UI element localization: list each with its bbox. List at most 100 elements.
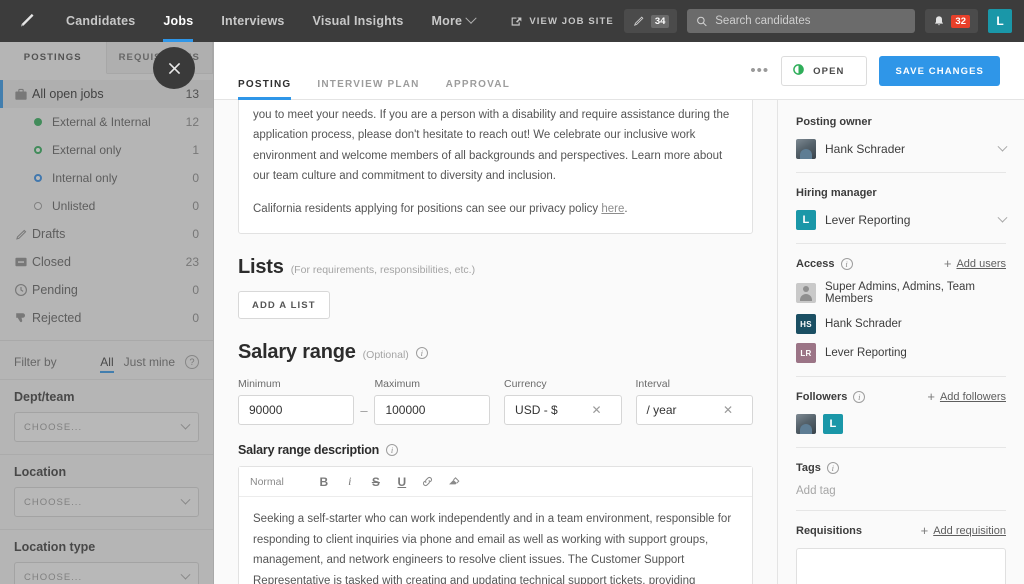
search-candidates-box[interactable] — [687, 9, 916, 33]
posting-owner-select[interactable]: Hank Schrader — [796, 139, 1008, 159]
avatar[interactable] — [796, 414, 816, 434]
user-avatar[interactable]: L — [988, 9, 1012, 33]
posting-body: you to meet your needs. If you are a per… — [214, 100, 1024, 584]
drafts-indicator-button[interactable]: 34 — [623, 9, 678, 33]
info-icon[interactable]: i — [840, 258, 853, 270]
save-changes-button[interactable]: SAVE CHANGES — [879, 56, 1000, 86]
add-tag-input[interactable]: Add tag — [796, 485, 1006, 497]
search-input[interactable] — [715, 15, 907, 27]
access-row[interactable]: HS Hank Schrader — [796, 314, 1006, 334]
currency-select-actions: ✕ — [591, 404, 610, 416]
bold-icon: B — [319, 474, 329, 489]
bold-button[interactable]: B — [311, 471, 337, 493]
privacy-policy-link[interactable]: here — [601, 203, 624, 215]
sidebar-item-internal-only[interactable]: Internal only 0 — [0, 164, 213, 192]
dept-team-select[interactable]: CHOOSE... — [14, 412, 199, 442]
text-style-dropdown[interactable]: Normal — [250, 476, 291, 488]
section-heading: Salary range description — [238, 443, 380, 458]
maximum-input-wrap[interactable] — [374, 395, 491, 426]
currency-select[interactable]: USD - $ ✕ — [504, 395, 622, 426]
add-users-button[interactable]: + Add users — [944, 257, 1006, 270]
sidebar-item-pending[interactable]: Pending 0 — [0, 276, 213, 304]
ellipsis-icon[interactable]: ••• — [750, 63, 769, 78]
underline-button[interactable]: U — [389, 471, 415, 493]
nav-label: More — [431, 14, 463, 28]
eraser-icon — [449, 477, 460, 485]
clear-x-icon[interactable]: ✕ — [591, 404, 601, 416]
filter-option-all[interactable]: All — [100, 355, 114, 373]
location-select[interactable]: CHOOSE... — [14, 487, 199, 517]
minimum-input-wrap[interactable] — [238, 395, 354, 426]
chevron-down-icon — [997, 212, 1008, 223]
interval-select[interactable]: / year ✕ — [635, 395, 753, 426]
add-requisition-button[interactable]: + Add requisition — [921, 524, 1006, 537]
chevron-down-icon — [997, 141, 1008, 152]
sidebar-item-rejected[interactable]: Rejected 0 — [0, 304, 213, 332]
sidebar-item-unlisted[interactable]: Unlisted 0 — [0, 192, 213, 220]
tab-approval[interactable]: APPROVAL — [446, 79, 510, 99]
followers-section: Followers i + Add followers L — [796, 377, 1006, 448]
posting-status-dropdown[interactable]: OPEN — [781, 56, 868, 86]
currency-value: USD - $ — [515, 403, 558, 418]
nav-item-more[interactable]: More — [418, 0, 490, 42]
nav-item-interviews[interactable]: Interviews — [207, 0, 298, 42]
nav-item-candidates[interactable]: Candidates — [52, 0, 149, 42]
info-icon[interactable]: i — [386, 444, 399, 457]
access-row[interactable]: LR Lever Reporting — [796, 343, 1006, 363]
sidebar-filter-row: Filter by All Just mine ? — [0, 349, 213, 379]
clear-format-button[interactable] — [441, 471, 467, 493]
sidebar-item-drafts[interactable]: Drafts 0 — [0, 220, 213, 248]
filter-group-title: Location type — [14, 540, 96, 554]
filter-group-dept-team: Dept/team CHOOSE... — [0, 379, 213, 454]
sidebar-tab-postings[interactable]: POSTINGS — [0, 42, 107, 74]
location-type-select[interactable]: CHOOSE... — [14, 562, 199, 584]
filter-option-just-mine[interactable]: Just mine — [124, 355, 175, 369]
posting-tabs: POSTING INTERVIEW PLAN APPROVAL — [238, 42, 510, 100]
external-link-icon — [511, 16, 522, 26]
strikethrough-button[interactable]: S — [363, 471, 389, 493]
group-icon — [796, 283, 816, 303]
tab-interview-plan[interactable]: INTERVIEW PLAN — [317, 79, 419, 99]
info-icon[interactable]: i — [415, 346, 428, 359]
sidebar-item-count: 0 — [192, 227, 199, 241]
sidebar-item-label: Rejected — [32, 311, 82, 325]
avatar[interactable]: L — [823, 414, 843, 434]
link-button[interactable] — [415, 471, 441, 493]
filter-group-location-type: Location type CHOOSE... — [0, 529, 213, 584]
info-icon[interactable]: i — [853, 391, 866, 403]
salary-maximum-input[interactable] — [385, 403, 480, 418]
info-icon[interactable]: i — [826, 462, 839, 474]
posting-owner-section: Posting owner Hank Schrader — [796, 100, 1008, 173]
notifications-button[interactable]: 32 — [925, 9, 978, 33]
sidebar-item-external-only[interactable]: External only 1 — [0, 136, 213, 164]
requisition-row[interactable] — [796, 548, 1006, 584]
section-hint: (Optional) — [362, 349, 409, 362]
hiring-manager-select[interactable]: L Lever Reporting — [796, 210, 1008, 230]
sidebar-job-filters: All open jobs 13 External & Internal 12 … — [0, 74, 213, 584]
nav-item-visual-insights[interactable]: Visual Insights — [299, 0, 418, 42]
tab-label: INTERVIEW PLAN — [317, 79, 420, 90]
description-editor-body[interactable]: you to meet your needs. If you are a per… — [239, 100, 752, 233]
sidebar-item-count: 12 — [185, 115, 199, 129]
view-job-site-button[interactable]: VIEW JOB SITE — [510, 15, 614, 28]
add-followers-button[interactable]: + Add followers — [927, 390, 1006, 403]
access-row[interactable]: Super Admins, Admins, Team Members — [796, 281, 1006, 305]
sidebar-item-external-internal[interactable]: External & Internal 12 — [0, 108, 213, 136]
app-logo[interactable] — [0, 11, 52, 31]
close-panel-button[interactable] — [153, 47, 195, 89]
field-label: Currency — [504, 378, 547, 391]
tab-posting[interactable]: POSTING — [238, 79, 292, 100]
salary-minimum-input[interactable] — [249, 403, 343, 418]
filter-group-title: Location — [14, 465, 67, 479]
salary-description-body[interactable]: Seeking a self-starter who can work inde… — [239, 497, 752, 584]
posting-meta-column: Posting owner Hank Schrader Hiring manag… — [778, 100, 1024, 584]
sidebar-item-closed[interactable]: Closed 23 — [0, 248, 213, 276]
nav-item-jobs[interactable]: Jobs — [149, 0, 207, 42]
italic-button[interactable]: i — [337, 471, 363, 493]
question-mark-icon[interactable]: ? — [185, 355, 199, 369]
tab-label: POSTING — [238, 79, 292, 90]
briefcase-icon — [14, 88, 32, 101]
clear-x-icon[interactable]: ✕ — [723, 404, 733, 416]
add-a-list-button[interactable]: ADD A LIST — [238, 291, 330, 320]
section-title: Followers — [796, 391, 848, 403]
